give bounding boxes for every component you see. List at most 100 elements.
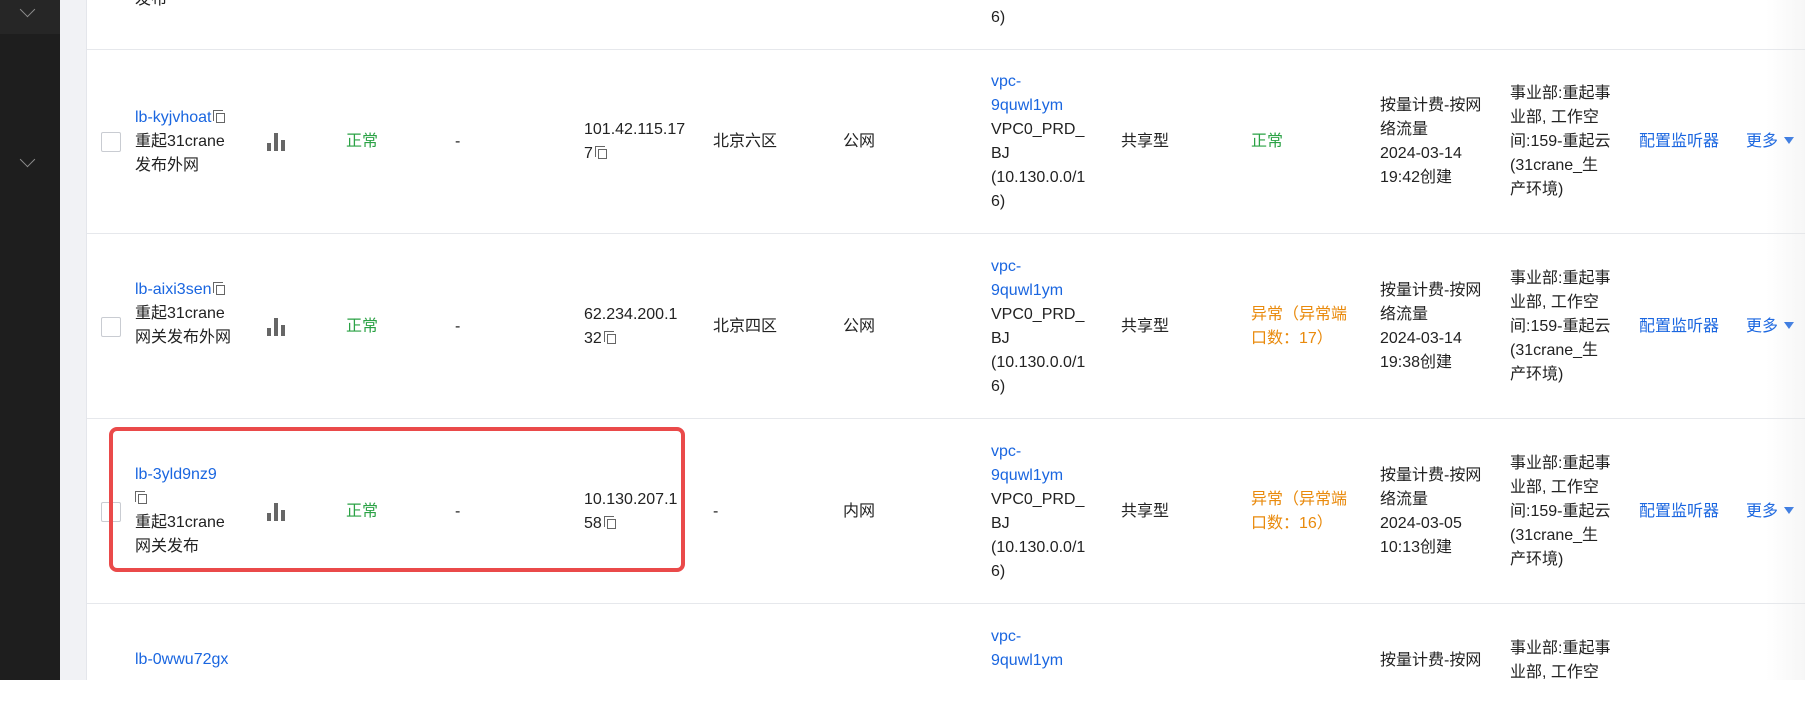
instance-spec: 共享型 (1121, 503, 1170, 520)
billing-line: 络流量 (1380, 121, 1429, 138)
instance-status: 口数：16） (1251, 515, 1333, 532)
vpc-info-line: (10.130.0.0/1 (991, 354, 1086, 371)
vpc-info-line: (10.130.0.0/1 (991, 539, 1086, 556)
project-line: 事业部:重起事 (1510, 85, 1611, 102)
vpc-info-line: 6) (991, 193, 1006, 210)
vpc-info-line: BJ (991, 515, 1010, 532)
project-line: 间:159-重起云 (1510, 503, 1611, 520)
vpc-info-line: VPC0_PRD_ (991, 491, 1085, 508)
content-gutter (60, 0, 86, 680)
billing-line: 按量计费-按网 (1380, 97, 1482, 114)
monitor-bar-chart-icon[interactable] (267, 133, 287, 151)
billing-line: 2024-03-14 (1380, 330, 1462, 347)
project-line: 事业部:重起事 (1510, 270, 1611, 287)
zone: - (713, 503, 719, 520)
instance-id-link[interactable]: lb-kyjvhoat (135, 109, 211, 126)
chevron-down-icon (19, 1, 36, 18)
scroll-shadow (1766, 0, 1805, 680)
instance-status: 异常（异常端 (1251, 491, 1348, 508)
copy-icon[interactable] (213, 282, 226, 296)
load-balancer-table: 发布 6) lb-kyjvhoat 重起31crane 发布外网 正常 - 10… (86, 0, 1805, 681)
placeholder-dash: - (455, 318, 461, 335)
billing-line: 络流量 (1380, 306, 1429, 323)
row-checkbox[interactable] (101, 317, 121, 337)
billing-line: 19:42创建 (1380, 169, 1453, 186)
billing-line: 19:38创建 (1380, 354, 1453, 371)
vpc-info-line: BJ (991, 145, 1010, 162)
monitor-bar-chart-icon[interactable] (267, 318, 287, 336)
project-line: (31crane_生 (1510, 342, 1599, 359)
table-row: 发布 6) (87, 0, 1805, 50)
health-status: 正常 (346, 133, 379, 150)
project-line: (31crane_生 (1510, 527, 1599, 544)
vpc-id-link[interactable]: 9quwl1ym (991, 279, 1085, 303)
row-checkbox[interactable] (101, 132, 121, 152)
vpc-id-link[interactable]: 9quwl1ym (991, 649, 1063, 673)
vpc-id-link[interactable]: vpc- (991, 625, 1063, 649)
project-line: 间:159-重起云 (1510, 318, 1611, 335)
zone: 北京六区 (713, 133, 778, 150)
table-row: lb-kyjvhoat 重起31crane 发布外网 正常 - 101.42.1… (87, 49, 1805, 234)
vip-line: 32 (584, 330, 602, 347)
vpc-info-line: BJ (991, 330, 1010, 347)
zone: 北京四区 (713, 318, 778, 335)
instance-id-link[interactable]: lb-aixi3sen (135, 281, 211, 298)
instance-name-line: 重起31crane (135, 305, 225, 322)
instance-name-line: 发布 (135, 0, 167, 12)
instance-spec: 共享型 (1121, 133, 1170, 150)
project-line: 间:159-重起云 (1510, 133, 1611, 150)
vpc-info-line: (10.130.0.0/1 (991, 169, 1086, 186)
vpc-id-link[interactable]: vpc- (991, 70, 1085, 94)
vpc-id-link[interactable]: vpc- (991, 440, 1085, 464)
project-line: 业部, 工作空 (1510, 664, 1599, 681)
vpc-id-link[interactable]: 9quwl1ym (991, 94, 1085, 118)
billing-line: 10:13创建 (1380, 539, 1453, 556)
instance-status: 正常 (1251, 133, 1284, 150)
copy-icon[interactable] (594, 146, 608, 160)
vip-line: 62.234.200.1 (584, 306, 678, 323)
nav-expand-toggle[interactable] (0, 146, 60, 180)
configure-listener-link[interactable]: 配置监听器 (1639, 315, 1719, 339)
network-type: 内网 (843, 503, 876, 520)
project-line: 产环境) (1510, 551, 1564, 568)
billing-line: 2024-03-14 (1380, 145, 1462, 162)
instance-name-line: 发布外网 (135, 157, 200, 174)
table-row: lb-0wwu72gx vpc- 9quwl1ym 按量计费-按网 事业部:重起… (87, 604, 1805, 704)
project-line: 业部, 工作空 (1510, 479, 1599, 496)
vpc-info-line: VPC0_PRD_ (991, 121, 1085, 138)
health-status: 正常 (346, 318, 379, 335)
project-line: 事业部:重起事 (1510, 455, 1611, 472)
instance-spec: 共享型 (1121, 318, 1170, 335)
project-line: 业部, 工作空 (1510, 109, 1599, 126)
table-row: lb-aixi3sen 重起31crane 网关发布外网 正常 - 62.234… (87, 234, 1805, 419)
left-nav-sidebar (0, 0, 60, 680)
vip-line: 7 (584, 145, 593, 162)
vip-line: 101.42.115.17 (584, 121, 686, 138)
network-type: 公网 (843, 318, 876, 335)
project-line: 产环境) (1510, 181, 1564, 198)
instance-name-line: 网关发布外网 (135, 329, 232, 346)
project-line: 事业部:重起事 (1510, 640, 1611, 657)
configure-listener-link[interactable]: 配置监听器 (1639, 500, 1719, 524)
copy-icon[interactable] (213, 110, 226, 124)
vpc-id-link[interactable]: 9quwl1ym (991, 464, 1085, 488)
chevron-down-icon (19, 151, 36, 168)
annotation-highlight-box (109, 427, 685, 572)
nav-collapse-toggle[interactable] (0, 0, 60, 34)
vpc-info-line: 6) (991, 563, 1006, 580)
instance-status: 异常（异常端 (1251, 306, 1348, 323)
billing-line: 按量计费-按网 (1380, 282, 1482, 299)
vpc-info-line: 6) (991, 378, 1006, 395)
copy-icon[interactable] (603, 331, 617, 345)
instance-status: 口数：17） (1251, 330, 1333, 347)
vpc-info-line: VPC0_PRD_ (991, 306, 1085, 323)
project-line: 业部, 工作空 (1510, 294, 1599, 311)
vpc-info-line: 6) (991, 9, 1006, 26)
network-type: 公网 (843, 133, 876, 150)
vpc-id-link[interactable]: vpc- (991, 255, 1085, 279)
billing-line: 络流量 (1380, 491, 1429, 508)
instance-id-link[interactable]: lb-0wwu72gx (135, 648, 228, 672)
configure-listener-link[interactable]: 配置监听器 (1639, 130, 1719, 154)
billing-line: 2024-03-05 (1380, 515, 1462, 532)
project-line: 产环境) (1510, 366, 1564, 383)
